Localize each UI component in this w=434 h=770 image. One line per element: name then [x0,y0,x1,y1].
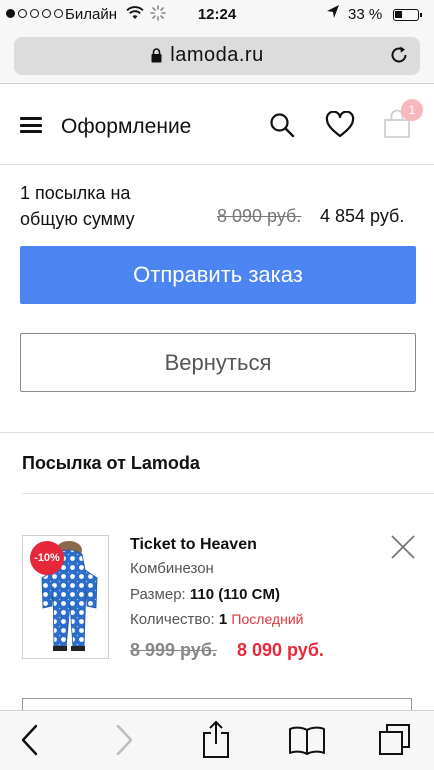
forward-icon[interactable] [114,723,136,762]
menu-icon[interactable] [20,117,42,133]
share-icon[interactable] [201,719,231,764]
status-bar: Билайн 12:24 33 % [0,0,434,30]
page-title: Оформление [61,115,192,138]
browser-toolbar [0,710,434,770]
close-icon[interactable] [389,533,417,561]
quantity-value: 1 [218,611,228,628]
product-new-price: 8 090 руб. [237,640,324,660]
product-type: Комбинезон [130,560,214,577]
heart-icon[interactable] [325,110,355,144]
product-old-price: 8 999 руб. [130,640,217,660]
product-size: Размер: 110 (110 CM) [130,586,280,603]
product-image[interactable]: -10% [22,535,109,659]
old-total-price: 8 090 руб. [217,206,302,226]
reload-icon[interactable] [388,44,410,66]
back-icon[interactable] [18,723,40,762]
tabs-icon[interactable] [378,723,412,762]
divider [0,432,434,433]
new-total-price: 4 854 руб. [320,206,405,226]
product-quantity: Количество: 1 Последний [130,611,303,628]
url-field[interactable]: lamoda.ru [14,37,420,75]
search-icon[interactable] [268,111,296,144]
shipment-title: Посылка от Lamoda [22,453,200,473]
submit-order-button[interactable]: Отправить заказ [20,246,416,304]
url-text: lamoda.ru [170,44,264,66]
divider [22,493,434,494]
back-button[interactable]: Вернуться [20,333,416,392]
bookmarks-icon[interactable] [288,725,326,760]
quantity-label: Количество: [130,611,215,628]
app-header: Оформление 1 [0,85,434,165]
battery-percent: 33 % [348,6,383,23]
location-icon [326,4,340,24]
order-summary-label: 1 посылка на общую сумму [20,183,135,229]
size-label: Размер: [130,586,186,603]
battery-icon [393,9,422,21]
discount-badge: -10% [30,541,64,575]
last-item-note: Последний [231,611,304,627]
cart-count-badge: 1 [401,99,423,121]
size-value: 110 (110 CM) [189,586,280,603]
browser-address-bar: lamoda.ru [0,30,434,84]
product-brand[interactable]: Ticket to Heaven [130,536,257,554]
